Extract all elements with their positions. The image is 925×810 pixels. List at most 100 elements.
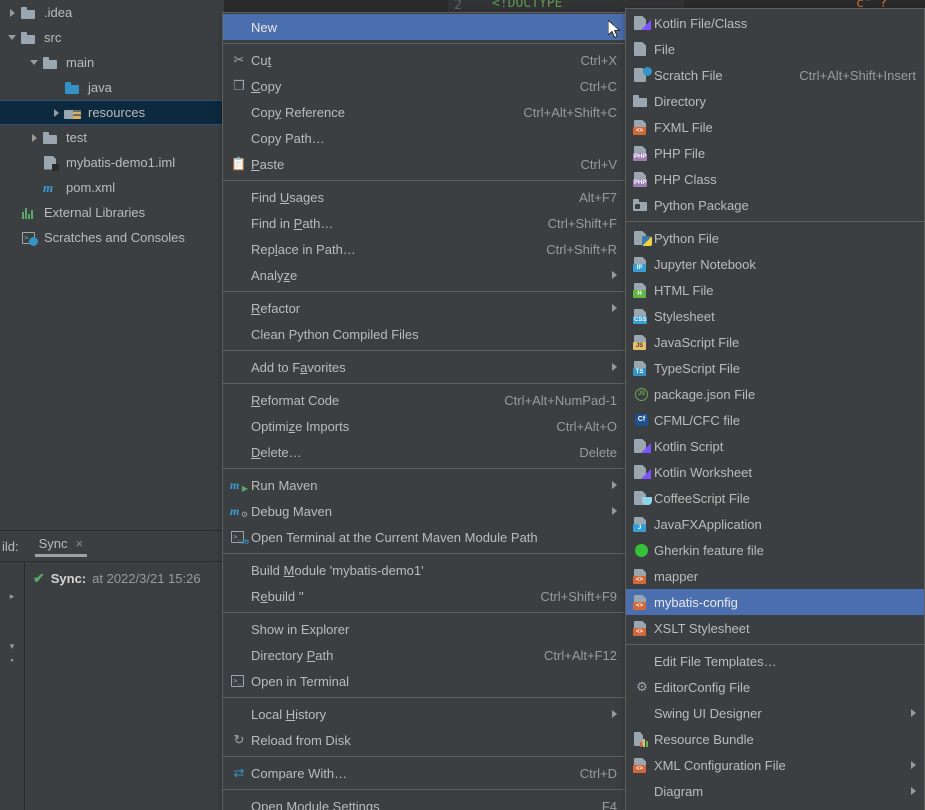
menu-item-add-to-favorites[interactable]: Add to Favorites [223,354,625,380]
menu-item-html-file[interactable]: H HTML File [626,277,924,303]
menu-item-php-file[interactable]: PHP PHP File [626,140,924,166]
menu-item-kotlin-worksheet[interactable]: Kotlin Worksheet [626,459,924,485]
menu-item-gherkin-feature-file[interactable]: Gherkin feature file [626,537,924,563]
menu-item-kotlin-script[interactable]: Kotlin Script [626,433,924,459]
chevron-down-icon[interactable] [26,55,42,71]
menu-item-javafxapplication[interactable]: J JavaFXApplication [626,511,924,537]
menu-item-kotlin-file-class[interactable]: Kotlin File/Class [626,10,924,36]
filter-icon[interactable]: ▪ [6,654,18,666]
menu-item-open-in-terminal[interactable]: >_ Open in Terminal [223,668,625,694]
tree-item-idea[interactable]: .idea [0,0,224,25]
menu-item-find-in-path[interactable]: Find in Path… Ctrl+Shift+F [223,210,625,236]
menu-item-mybatis-config[interactable]: <> mybatis-config [626,589,924,615]
menu-item-file[interactable]: File [626,36,924,62]
menu-item-delete[interactable]: Delete… Delete [223,439,625,465]
menu-item-cfml-cfc-file[interactable]: Cf CFML/CFC file [626,407,924,433]
build-toolbar[interactable]: ▸ ▾ ▪ [0,562,25,810]
menu-item-optimize-imports[interactable]: Optimize Imports Ctrl+Alt+O [223,413,625,439]
menu-item-resource-bundle[interactable]: Resource Bundle [626,726,924,752]
expand-all-icon[interactable]: ▸ [6,590,18,602]
menu-item-label: Directory [654,93,707,109]
menu-item-icon-none [229,647,249,663]
tree-item-src[interactable]: src [0,25,224,50]
menu-separator [223,383,625,384]
menu-item-debug-maven[interactable]: m ⚙ Debug Maven [223,498,625,524]
fxml-file-icon: <> [632,119,652,135]
tree-item-test[interactable]: test [0,125,224,150]
menu-item-package-json-file[interactable]: JS package.json File [626,381,924,407]
tab-sync[interactable]: Sync × [34,536,88,557]
tree-item-external-libraries[interactable]: External Libraries [0,200,224,225]
menu-item-stylesheet[interactable]: CSS Stylesheet [626,303,924,329]
close-icon[interactable]: × [76,536,84,551]
menu-separator [223,291,625,292]
menu-item-diagram[interactable]: Diagram [626,778,924,804]
menu-item-cut[interactable]: ✂ Cut Ctrl+X [223,47,625,73]
gear-icon: ⚙ [636,679,648,694]
tree-item-main[interactable]: main [0,50,224,75]
menu-item-typescript-file[interactable]: TS TypeScript File [626,355,924,381]
menu-item-icon-none [229,359,249,375]
project-tree-panel[interactable]: .idea src main java resources test mybatis-dem… [0,0,224,530]
python-file-icon [632,230,652,246]
menu-item-python-package[interactable]: Python Package [626,192,924,218]
menu-item-editorconfig-file[interactable]: ⚙ EditorConfig File [626,674,924,700]
menu-item-scratch-file[interactable]: Scratch File Ctrl+Alt+Shift+Insert [626,62,924,88]
menu-item-edit-file-templates[interactable]: Edit File Templates… [626,648,924,674]
menu-item-javascript-file[interactable]: JS JavaScript File [626,329,924,355]
menu-item-jupyter-notebook[interactable]: IP Jupyter Notebook [626,251,924,277]
menu-item-xml-configuration-file[interactable]: <> XML Configuration File [626,752,924,778]
tree-item-java[interactable]: java [0,75,224,100]
menu-item-local-history[interactable]: Local History [223,701,625,727]
menu-item-coffeescript-file[interactable]: CoffeeScript File [626,485,924,511]
tree-item-scratches-and-consoles[interactable]: >_ Scratches and Consoles [0,225,224,250]
menu-item-python-file[interactable]: Python File [626,225,924,251]
xml-config-icon: <> [632,757,652,773]
menu-item-run-maven[interactable]: m ▶ Run Maven [223,472,625,498]
menu-item-build-module-mybatis-demo1[interactable]: Build Module 'mybatis-demo1' [223,557,625,583]
menu-item-open-terminal-at-the-current-maven-module-pa[interactable]: >_ m Open Terminal at the Current Maven Mo… [223,524,625,550]
new-submenu[interactable]: Kotlin File/Class File Scratch File Ctrl+Al… [625,8,925,810]
chevron-right-icon[interactable] [4,5,20,21]
menu-item-find-usages[interactable]: Find Usages Alt+F7 [223,184,625,210]
php-file-icon: PHP [632,145,652,161]
chevron-down-icon[interactable] [4,30,20,46]
menu-item-compare-with[interactable]: ⇄ Compare With… Ctrl+D [223,760,625,786]
menu-item-reformat-code[interactable]: Reformat Code Ctrl+Alt+NumPad-1 [223,387,625,413]
collapse-all-icon[interactable]: ▾ [6,640,18,652]
menu-item-label: Kotlin Script [654,438,724,454]
menu-item-http-request[interactable]: HTTP Request [626,804,924,810]
menu-item-analyze[interactable]: Analyze [223,262,625,288]
menu-item-label: PHP File [654,145,706,161]
menu-item-new[interactable]: New [223,14,625,40]
menu-item-fxml-file[interactable]: <> FXML File [626,114,924,140]
menu-item-refactor[interactable]: Refactor [223,295,625,321]
menu-item-directory-path[interactable]: Directory Path Ctrl+Alt+F12 [223,642,625,668]
menu-item-swing-ui-designer[interactable]: Swing UI Designer [626,700,924,726]
tree-item-mybatis-demo1-iml[interactable]: mybatis-demo1.iml [0,150,224,175]
menu-item-rebuild-default[interactable]: Rebuild '' Ctrl+Shift+F9 [223,583,625,609]
menu-item-php-class[interactable]: PHP PHP Class [626,166,924,192]
menu-item-show-in-explorer[interactable]: Show in Explorer [223,616,625,642]
menu-item-open-module-settings[interactable]: Open Module Settings F4 [223,793,625,810]
chevron-right-icon[interactable] [48,105,64,121]
tree-item-resources[interactable]: resources [0,100,224,125]
menu-item-directory[interactable]: Directory [626,88,924,114]
context-menu[interactable]: New ✂ Cut Ctrl+X ❐ Copy Ctrl+C Copy Reference Ct… [222,12,626,810]
menu-separator [223,180,625,181]
sync-status-row[interactable]: ✔ Sync: at 2022/3/21 15:26 [33,570,201,587]
typescript-file-icon: TS [632,360,652,376]
chevron-right-icon[interactable] [26,130,42,146]
menu-item-replace-in-path[interactable]: Replace in Path… Ctrl+Shift+R [223,236,625,262]
tree-item-pom-xml[interactable]: m pom.xml [0,175,224,200]
menu-item-label: Kotlin Worksheet [654,464,753,480]
menu-item-paste[interactable]: 📋 Paste Ctrl+V [223,151,625,177]
menu-item-copy-reference[interactable]: Copy Reference Ctrl+Alt+Shift+C [223,99,625,125]
menu-item-xslt-stylesheet[interactable]: <> XSLT Stylesheet [626,615,924,641]
menu-item-reload-from-disk[interactable]: ↻ Reload from Disk [223,727,625,753]
menu-item-copy-path[interactable]: Copy Path… [223,125,625,151]
menu-item-mapper[interactable]: <> mapper [626,563,924,589]
menu-item-icon-none [229,621,249,637]
menu-item-copy[interactable]: ❐ Copy Ctrl+C [223,73,625,99]
menu-item-clean-python-compiled-files[interactable]: Clean Python Compiled Files [223,321,625,347]
